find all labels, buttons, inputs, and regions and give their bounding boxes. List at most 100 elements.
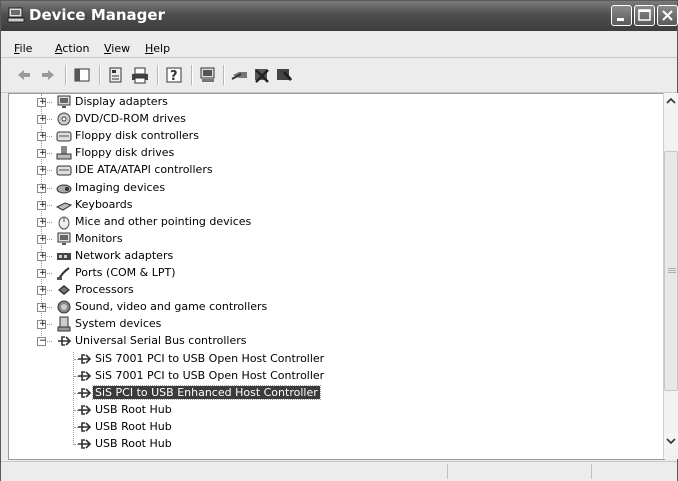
tree-category-row[interactable]: + Mice and other pointing devices — [9, 214, 649, 231]
expand-toggle[interactable]: + — [37, 268, 47, 278]
tree-category-row[interactable]: + Processors — [9, 282, 649, 299]
tree-device-label-selected[interactable]: SiS PCI to USB Enhanced Host Controller — [92, 384, 321, 400]
tree-category-label[interactable]: Sound, video and game controllers — [75, 300, 267, 313]
tree-category-label[interactable]: Imaging devices — [75, 181, 165, 194]
minimize-button[interactable] — [611, 5, 632, 26]
menu-view[interactable]: View — [104, 42, 130, 55]
tree-category-row[interactable]: + IDE ATA/ATAPI controllers — [9, 162, 649, 179]
device-manager-window: Device Manager File Action View Help ? +… — [0, 0, 678, 481]
close-icon — [662, 10, 673, 21]
tree-category-row[interactable]: + Floppy disk drives — [9, 145, 649, 162]
tree-category-label[interactable]: DVD/CD-ROM drives — [75, 112, 186, 125]
expand-toggle[interactable]: + — [37, 217, 47, 227]
plus-icon: + — [39, 97, 47, 107]
expand-toggle[interactable]: + — [37, 234, 47, 244]
tree-category-row[interactable]: + Imaging devices — [9, 180, 649, 197]
processor-icon — [56, 282, 72, 298]
tree-category-label[interactable]: Keyboards — [75, 198, 132, 211]
expand-toggle[interactable]: + — [37, 149, 47, 159]
expand-toggle[interactable]: + — [37, 115, 47, 125]
help-icon[interactable]: ? — [165, 66, 183, 84]
tree-device-row[interactable]: SiS 7001 PCI to USB Open Host Controller — [9, 368, 649, 385]
tree-category-row[interactable]: + Floppy disk controllers — [9, 128, 649, 145]
menu-action[interactable]: Action — [55, 42, 89, 55]
device-tree: + Display adapters + DVD/CD-ROM drives + Flop… — [8, 93, 665, 460]
menu-help[interactable]: Help — [145, 42, 170, 55]
print-icon[interactable] — [131, 66, 149, 84]
expand-toggle[interactable]: + — [37, 251, 47, 261]
tree-category-label[interactable]: Network adapters — [75, 249, 173, 262]
tree-category-row[interactable]: + System devices — [9, 316, 649, 333]
title-bar[interactable]: Device Manager — [1, 1, 678, 31]
tree-category-row[interactable]: + Network adapters — [9, 248, 649, 265]
expand-toggle[interactable]: + — [37, 183, 47, 193]
tree-device-label[interactable]: SiS 7001 PCI to USB Open Host Controller — [95, 352, 324, 365]
expand-toggle[interactable]: + — [37, 97, 47, 107]
show-hide-console-tree-icon[interactable] — [73, 66, 91, 84]
tree-device-label[interactable]: SiS 7001 PCI to USB Open Host Controller — [95, 369, 324, 382]
plus-icon: + — [39, 131, 47, 142]
tree-category-row[interactable]: + Sound, video and game controllers — [9, 299, 649, 316]
expand-toggle[interactable]: + — [37, 199, 47, 210]
forward-arrow-icon[interactable] — [39, 66, 57, 84]
back-arrow-icon[interactable] — [15, 66, 33, 84]
expand-toggle[interactable]: + — [37, 303, 47, 313]
tree-device-label[interactable]: USB Root Hub — [95, 403, 172, 416]
tree-category-label[interactable]: Ports (COM & LPT) — [75, 266, 176, 279]
maximize-button[interactable] — [634, 5, 655, 26]
tree-device-row[interactable]: SiS PCI to USB Enhanced Host Controller — [9, 384, 649, 402]
tree-category-label[interactable]: Universal Serial Bus controllers — [75, 334, 246, 347]
expand-toggle[interactable]: + — [37, 286, 47, 296]
usb-icon — [76, 351, 92, 367]
tree-category-label[interactable]: Monitors — [75, 232, 123, 245]
tree-device-row[interactable]: USB Root Hub — [9, 436, 649, 453]
properties-icon[interactable] — [107, 66, 125, 84]
toolbar-separator — [65, 65, 67, 85]
plus-icon: + — [39, 268, 47, 278]
menu-file[interactable]: File — [14, 42, 32, 55]
tree-category-label[interactable]: Floppy disk drives — [75, 146, 174, 159]
tree-device-row[interactable]: SiS 7001 PCI to USB Open Host Controller — [9, 351, 649, 368]
scan-hardware-changes-icon[interactable] — [199, 66, 217, 84]
plus-icon: + — [39, 199, 47, 210]
tree-category-label[interactable]: Floppy disk controllers — [75, 129, 199, 142]
tree-category-row[interactable]: + Monitors — [9, 231, 649, 248]
plus-icon: + — [39, 319, 47, 330]
expand-toggle[interactable]: + — [37, 166, 47, 176]
tree-category-row[interactable]: + DVD/CD-ROM drives — [9, 111, 649, 128]
floppy-drive-icon — [56, 145, 72, 161]
tree-category-row[interactable]: + Ports (COM & LPT) — [9, 265, 649, 282]
tree-device-row[interactable]: USB Root Hub — [9, 419, 649, 436]
tree-category-row[interactable]: − Universal Serial Bus controllers — [9, 333, 649, 350]
tree-device-label[interactable]: USB Root Hub — [95, 437, 172, 450]
disable-icon[interactable] — [275, 66, 293, 84]
scroll-down-icon — [666, 438, 676, 445]
usb-icon — [56, 333, 72, 349]
tree-category-label[interactable]: IDE ATA/ATAPI controllers — [75, 163, 213, 176]
uninstall-icon[interactable] — [253, 66, 271, 84]
collapse-toggle[interactable]: − — [37, 336, 47, 347]
minus-icon: − — [39, 336, 47, 347]
close-button[interactable] — [657, 5, 678, 26]
svg-text:?: ? — [170, 69, 178, 84]
tree-device-label[interactable]: USB Root Hub — [95, 420, 172, 433]
tree-category-label[interactable]: System devices — [75, 317, 161, 330]
tree-category-label[interactable]: Display adapters — [75, 95, 168, 108]
scroll-up-button[interactable] — [664, 93, 678, 109]
expand-toggle[interactable]: + — [37, 131, 47, 142]
scroll-thumb[interactable] — [664, 151, 678, 391]
tree-device-row[interactable]: USB Root Hub — [9, 402, 649, 419]
tree-category-row[interactable]: + Display adapters — [9, 94, 649, 111]
monitor-icon — [56, 231, 72, 247]
toolbar-separator — [157, 65, 159, 85]
usb-icon — [76, 402, 92, 418]
tree-category-label[interactable]: Processors — [75, 283, 134, 296]
scroll-down-button[interactable] — [664, 433, 678, 449]
maximize-icon — [638, 9, 651, 21]
tree-category-label[interactable]: Mice and other pointing devices — [75, 215, 251, 228]
tree-category-row[interactable]: + Keyboards — [9, 197, 649, 214]
update-driver-icon[interactable] — [231, 66, 249, 84]
menu-bar: File Action View Help — [1, 31, 677, 58]
vertical-scrollbar[interactable] — [663, 93, 678, 459]
expand-toggle[interactable]: + — [37, 319, 47, 330]
